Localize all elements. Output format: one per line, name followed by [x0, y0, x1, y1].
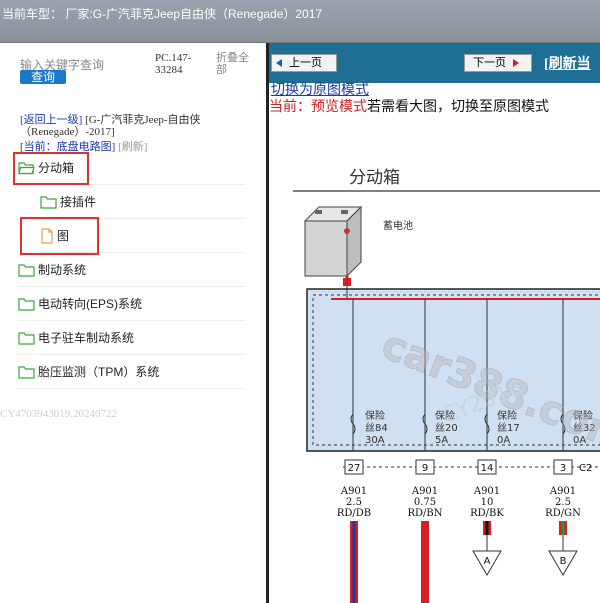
tree-item-connector[interactable]: 接插件 [40, 185, 245, 219]
collapse-all-link[interactable]: 折叠全部 [216, 52, 258, 76]
next-page-label: 下一页 [473, 57, 506, 69]
tree-item-label: 胎压监测（TPM）系统 [38, 365, 160, 379]
terminal-b: B [548, 550, 578, 576]
tree-item-brake[interactable]: 制动系统 [18, 253, 245, 287]
svg-text:丝84: 丝84 [365, 422, 388, 434]
wiring-diagram[interactable]: 分动箱 蓄电池 保险 丝84 30A 保险 丝20 5A 保险 丝17 0A 保… [269, 123, 600, 603]
wire [483, 521, 491, 551]
svg-text:5A: 5A [435, 435, 448, 446]
tree-item-tpm[interactable]: 胎压监测（TPM）系统 [18, 355, 245, 389]
tree-item-epb[interactable]: 电子驻车制动系统 [18, 321, 245, 355]
wire [350, 521, 358, 603]
breadcrumb: [返回上一级] [G-广汽菲克Jeep-自由侠（Renegade）-2017] [20, 114, 265, 138]
folder-icon [18, 263, 35, 277]
pin-box: 27 [344, 459, 364, 475]
wire [559, 521, 567, 551]
tree-item-label: 接插件 [60, 195, 97, 209]
prev-page-button[interactable]: 上一页 [271, 54, 337, 72]
pin-box: 14 [477, 459, 497, 475]
svg-text:0A: 0A [497, 435, 510, 446]
wire-label: A901 2.5 RD/GN [545, 486, 581, 519]
top-bar: 当前车型： 厂家:G-广汽菲克Jeep自由侠（Renegade）2017 [0, 0, 600, 43]
back-link[interactable]: [返回上一级] [20, 114, 82, 126]
pin-box: 3 [553, 459, 573, 475]
folder-icon [18, 297, 35, 311]
highlight-box [13, 152, 89, 185]
svg-text:RD/BK: RD/BK [470, 508, 504, 519]
svg-text:30A: 30A [365, 435, 385, 446]
svg-text:0.75: 0.75 [414, 497, 436, 508]
folder-icon [18, 365, 35, 379]
svg-text:14: 14 [481, 463, 494, 474]
folder-icon [40, 195, 57, 209]
battery-icon [303, 205, 363, 278]
svg-text:9: 9 [422, 463, 428, 474]
search-button[interactable]: 查询 [20, 70, 66, 84]
svg-text:27: 27 [348, 463, 361, 474]
svg-text:2.5: 2.5 [555, 497, 571, 508]
tree-item-eps[interactable]: 电动转向(EPS)系统 [18, 287, 245, 321]
svg-text:丝17: 丝17 [497, 422, 520, 434]
svg-text:B: B [560, 556, 567, 567]
pin-box: 9 [415, 459, 435, 475]
svg-text:A901: A901 [473, 486, 500, 497]
battery-label: 蓄电池 [383, 219, 413, 232]
svg-text:A901: A901 [411, 486, 438, 497]
wire-label: A901 10 RD/BK [470, 486, 504, 519]
arrow-left-icon [276, 59, 282, 67]
tree-item-label: 制动系统 [38, 263, 87, 277]
tree-item-label: 电动转向(EPS)系统 [38, 297, 143, 311]
preview-mode-notice: 当前：预览模式若需看大图，切换至原图模式 [269, 96, 549, 116]
refresh-page-link[interactable]: [刷新当 [544, 53, 591, 73]
svg-text:2.5: 2.5 [346, 497, 362, 508]
svg-text:RD/DB: RD/DB [337, 508, 371, 519]
vehicle-title: 当前车型： 厂家:G-广汽菲克Jeep自由侠（Renegade）2017 [2, 7, 323, 21]
pc-code: PC.147-33284 [155, 52, 192, 76]
connector-label: C2 [579, 463, 592, 474]
svg-text:A: A [484, 556, 491, 567]
terminal-a: A [472, 550, 502, 576]
tree-item-label: 电子驻车制动系统 [38, 331, 135, 345]
page-nav-bar: 上一页 下一页 [刷新当 [269, 43, 600, 83]
svg-text:保险: 保险 [365, 409, 385, 422]
svg-text:RD/GN: RD/GN [545, 508, 581, 519]
svg-text:A901: A901 [340, 486, 367, 497]
arrow-right-icon [513, 59, 519, 67]
next-page-button[interactable]: 下一页 [464, 54, 532, 72]
preview-mode-label: 当前：预览模式 [269, 100, 367, 115]
svg-text:3: 3 [560, 463, 566, 474]
wire-label: A901 0.75 RD/BN [407, 486, 442, 519]
wire [421, 521, 429, 603]
svg-text:A901: A901 [549, 486, 576, 497]
preview-mode-hint: 若需看大图，切换至原图模式 [367, 100, 549, 115]
wire-label: A901 2.5 RD/DB [337, 486, 371, 519]
svg-text:RD/BN: RD/BN [407, 508, 442, 519]
footer-code: CY4703943019.20240722 [0, 408, 118, 420]
diagram-title: 分动箱 [349, 168, 400, 188]
prev-page-label: 上一页 [289, 57, 322, 69]
highlight-box [20, 217, 99, 255]
svg-text:10: 10 [481, 497, 494, 508]
main-panel: 上一页 下一页 [刷新当 切换为原图模式 当前：预览模式若需看大图，切换至原图模… [269, 43, 600, 603]
folder-icon [18, 331, 35, 345]
